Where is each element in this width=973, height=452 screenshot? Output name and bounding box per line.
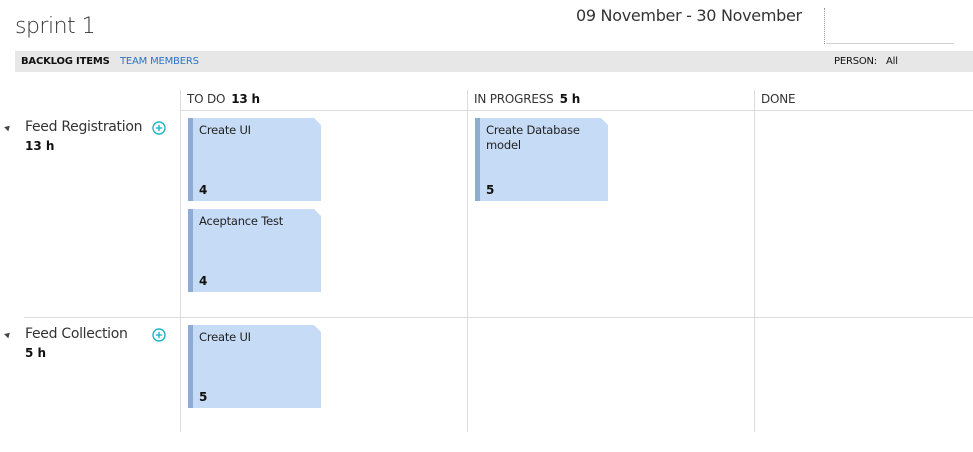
tab-backlog-items[interactable]: BACKLOG ITEMS xyxy=(21,56,110,67)
task-title: Create Database model xyxy=(486,123,580,152)
column-header-todo: TO DO 13 h xyxy=(187,92,260,106)
header-divider xyxy=(180,110,973,111)
task-card[interactable]: Aceptance Test 4 xyxy=(188,209,321,292)
task-effort: 4 xyxy=(199,274,208,288)
divider xyxy=(826,43,954,44)
task-effort: 4 xyxy=(199,183,208,197)
task-card[interactable]: Create UI 4 xyxy=(188,118,321,201)
divider xyxy=(824,8,825,44)
column-header-done: DONE xyxy=(761,92,796,106)
view-toolbar: BACKLOG ITEMS TEAM MEMBERS PERSON: All xyxy=(15,51,973,72)
task-title: Create UI xyxy=(199,330,251,344)
person-filter-value[interactable]: All xyxy=(886,56,898,67)
person-filter-label: PERSON: xyxy=(834,56,877,67)
sprint-dates: 09 November - 30 November xyxy=(576,6,802,25)
add-task-icon[interactable] xyxy=(152,328,166,342)
column-label: DONE xyxy=(761,92,796,106)
column-hours: 5 h xyxy=(559,92,581,106)
column-header-in-progress: IN PROGRESS 5 h xyxy=(474,92,580,106)
collapse-arrow-icon[interactable] xyxy=(4,123,12,132)
task-title: Create UI xyxy=(199,123,251,137)
column-divider xyxy=(180,90,181,432)
collapse-arrow-icon[interactable] xyxy=(4,330,12,339)
story-hours: 13 h xyxy=(25,139,55,153)
column-hours: 13 h xyxy=(231,92,260,106)
task-title: Aceptance Test xyxy=(199,214,284,228)
column-label: IN PROGRESS xyxy=(474,92,554,106)
task-effort: 5 xyxy=(486,183,495,197)
task-card[interactable]: Create UI 5 xyxy=(188,325,321,408)
row-divider xyxy=(24,317,973,318)
story-title: Feed Collection xyxy=(25,326,128,342)
column-divider xyxy=(754,90,755,432)
task-effort: 5 xyxy=(199,390,208,404)
story-title: Feed Registration xyxy=(25,119,143,135)
column-label: TO DO xyxy=(187,92,226,106)
add-task-icon[interactable] xyxy=(152,121,166,135)
column-divider xyxy=(467,90,468,432)
sprint-title: sprint 1 xyxy=(15,14,96,39)
tab-team-members[interactable]: TEAM MEMBERS xyxy=(120,56,199,67)
task-card[interactable]: Create Database model 5 xyxy=(475,118,608,201)
story-hours: 5 h xyxy=(25,346,47,360)
